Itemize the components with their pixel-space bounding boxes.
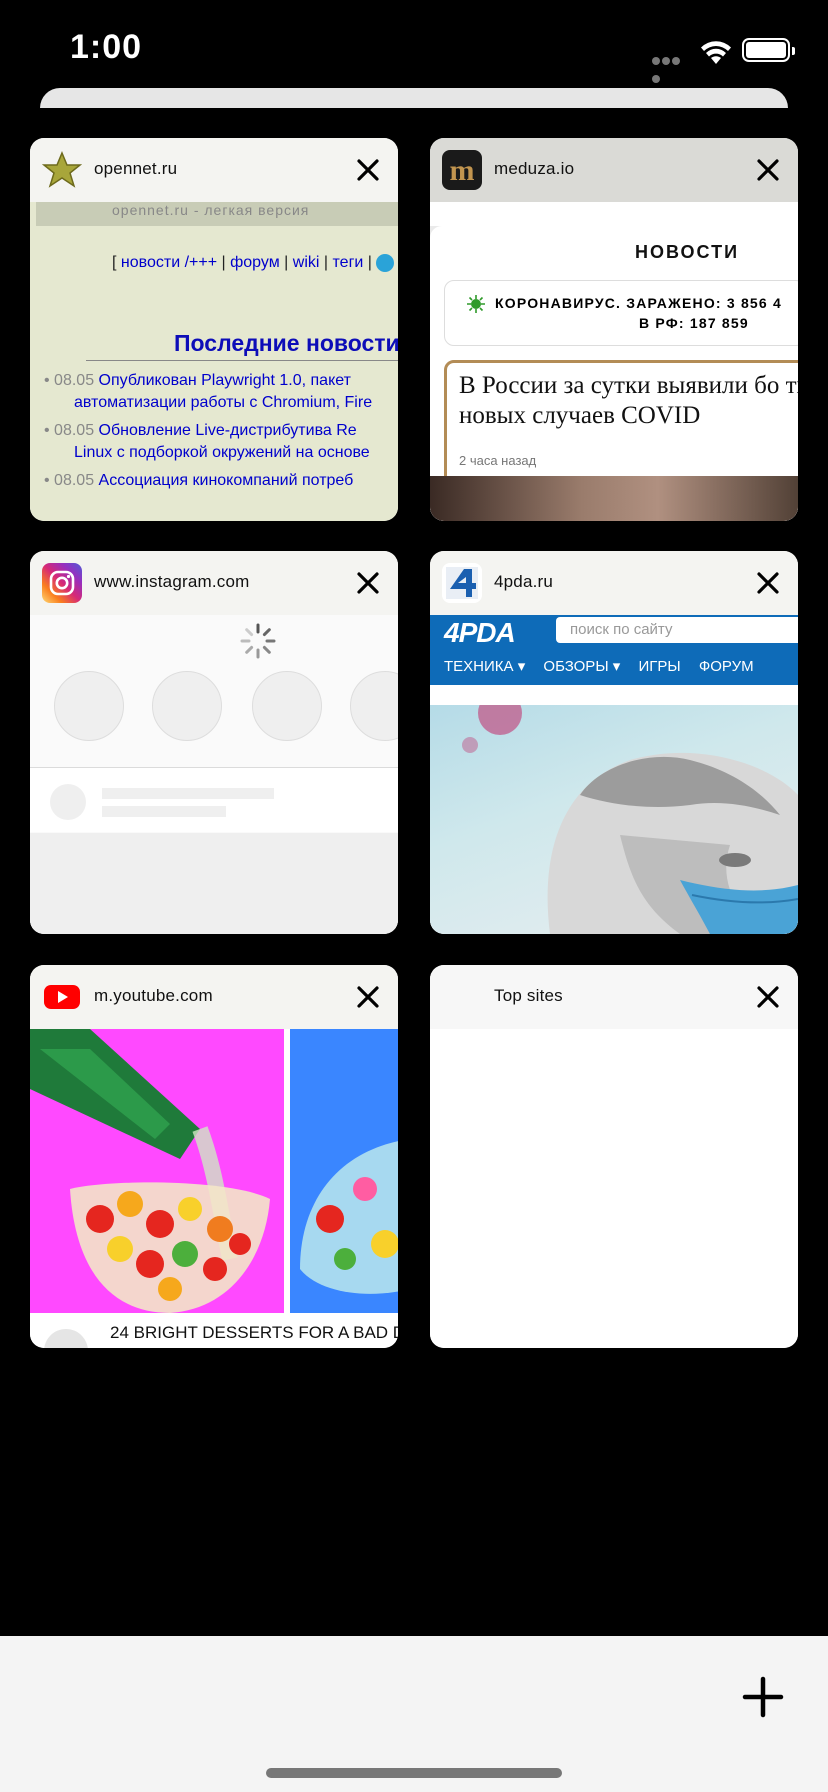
post-placeholder <box>30 768 398 832</box>
tab-group-header <box>40 88 788 108</box>
tab-card-meduza[interactable]: m meduza.io НОВОСТИ КОРОНАВИРУС. ЗАРАЖЕН… <box>430 138 798 521</box>
tab-title: opennet.ru <box>94 159 178 178</box>
status-bar: 1:00 <box>0 0 828 90</box>
loading-spinner-icon <box>240 623 276 659</box>
story-time: 2 часа назад <box>459 453 537 468</box>
nav-link[interactable]: форум <box>230 254 280 271</box>
menu-item[interactable]: ОБЗОРЫ ▾ <box>543 658 620 675</box>
avatar-placeholder <box>50 784 86 820</box>
tab-card-instagram[interactable]: www.instagram.com <box>30 551 398 934</box>
tab-header: m meduza.io <box>430 138 798 202</box>
tab-preview: 24 BRIGHT DESSERTS FOR A BAD DAY <box>30 1029 398 1348</box>
battery-icon <box>742 38 795 62</box>
channel-avatar[interactable] <box>44 1329 88 1348</box>
menu-item[interactable]: ФОРУМ <box>699 658 754 675</box>
news-item[interactable]: • 08.05 Ассоциация кинокомпаний потреб <box>44 470 353 492</box>
tab-title: Top sites <box>494 986 563 1005</box>
content-placeholder <box>30 833 398 934</box>
news-story[interactable]: В России за сутки выявили бо тысячи новы… <box>444 360 798 488</box>
close-tab-icon[interactable] <box>754 983 782 1011</box>
close-tab-icon[interactable] <box>354 156 382 184</box>
tab-preview: opennet.ru - легкая версия [ новости /++… <box>30 202 398 521</box>
tab-preview: НОВОСТИ КОРОНАВИРУС. ЗАРАЖЕНО: 3 856 4 В… <box>430 202 798 521</box>
new-tab-button[interactable] <box>742 1676 784 1718</box>
tab-header: 4pda.ru <box>430 551 798 615</box>
youtube-favicon-icon <box>42 977 82 1017</box>
nav-link[interactable]: wiki <box>293 254 320 271</box>
tab-header: Top sites <box>430 965 798 1029</box>
news-item[interactable]: • 08.05 Опубликован Playwright 1.0, паке… <box>44 370 372 414</box>
story-placeholder <box>152 671 222 741</box>
menu-item[interactable]: ТЕХНИКА ▾ <box>444 658 525 675</box>
opennet-nav: [ новости /+++ | форум | wiki | теги | <box>112 254 395 272</box>
opennet-heading: Последние новости <box>174 330 398 356</box>
close-tab-icon[interactable] <box>754 156 782 184</box>
tab-preview <box>430 1029 798 1348</box>
story-placeholder <box>252 671 322 741</box>
article-image <box>430 705 798 934</box>
close-tab-icon[interactable] <box>354 983 382 1011</box>
covid-banner[interactable]: КОРОНАВИРУС. ЗАРАЖЕНО: 3 856 4 В РФ: 187… <box>444 280 798 346</box>
story-placeholder <box>350 671 398 741</box>
tab-header: opennet.ru <box>30 138 398 202</box>
instagram-favicon-icon <box>42 563 82 603</box>
tab-title: m.youtube.com <box>94 986 213 1005</box>
tab-title: meduza.io <box>494 159 575 178</box>
tab-preview <box>30 615 398 934</box>
section-title: НОВОСТИ <box>635 242 740 262</box>
news-item[interactable]: • 08.05 Обновление Live-дистрибутива Re … <box>44 420 370 464</box>
meduza-favicon-icon: m <box>442 150 482 190</box>
text-placeholder <box>102 806 226 817</box>
virus-icon <box>467 295 485 313</box>
nav-link[interactable]: теги <box>333 254 364 271</box>
tab-header: m.youtube.com <box>30 965 398 1029</box>
story-headline: В России за сутки выявили бо тысячи новы… <box>459 372 798 429</box>
opennet-banner: opennet.ru - легкая версия <box>36 202 398 226</box>
divider <box>86 360 398 361</box>
video-thumbnail[interactable] <box>30 1029 284 1313</box>
4pda-favicon-icon <box>442 563 482 603</box>
close-tab-icon[interactable] <box>754 569 782 597</box>
tab-title: www.instagram.com <box>94 572 250 591</box>
search-input[interactable]: поиск по сайту <box>556 617 798 643</box>
tab-header: www.instagram.com <box>30 551 398 615</box>
telegram-icon <box>376 254 395 272</box>
text-placeholder <box>102 788 274 799</box>
nav-link[interactable]: новости /+++ <box>121 254 217 271</box>
tab-card-opennet[interactable]: opennet.ru opennet.ru - легкая версия [ … <box>30 138 398 521</box>
video-thumbnail[interactable] <box>290 1029 398 1313</box>
cellular-signal-icon <box>652 52 690 83</box>
home-indicator[interactable] <box>266 1768 562 1778</box>
menu-item[interactable]: ИГРЫ <box>638 658 680 675</box>
tab-preview: 4PDA поиск по сайту ТЕХНИКА ▾ ОБЗОРЫ ▾ И… <box>430 615 798 934</box>
meduza-top-strip <box>430 202 798 226</box>
tab-card-4pda[interactable]: 4pda.ru 4PDA поиск по сайту ТЕХНИКА ▾ ОБ… <box>430 551 798 934</box>
tab-card-top-sites[interactable]: Top sites <box>430 965 798 1348</box>
wifi-icon <box>701 41 731 64</box>
svg-text:m: m <box>450 154 475 187</box>
status-time: 1:00 <box>70 28 143 66</box>
opennet-favicon-icon <box>42 150 82 190</box>
video-title[interactable]: 24 BRIGHT DESSERTS FOR A BAD DAY <box>110 1323 398 1343</box>
story-photo <box>430 476 798 521</box>
story-placeholder <box>54 671 124 741</box>
tab-title: 4pda.ru <box>494 572 554 591</box>
site-menu: ТЕХНИКА ▾ ОБЗОРЫ ▾ ИГРЫ ФОРУМ <box>444 657 768 675</box>
site-logo: 4PDA <box>444 617 516 648</box>
close-tab-icon[interactable] <box>354 569 382 597</box>
tab-card-youtube[interactable]: m.youtube.com 24 BRIGHT DESSERTS FOR A B… <box>30 965 398 1348</box>
site-header: 4PDA поиск по сайту ТЕХНИКА ▾ ОБЗОРЫ ▾ И… <box>430 615 798 685</box>
